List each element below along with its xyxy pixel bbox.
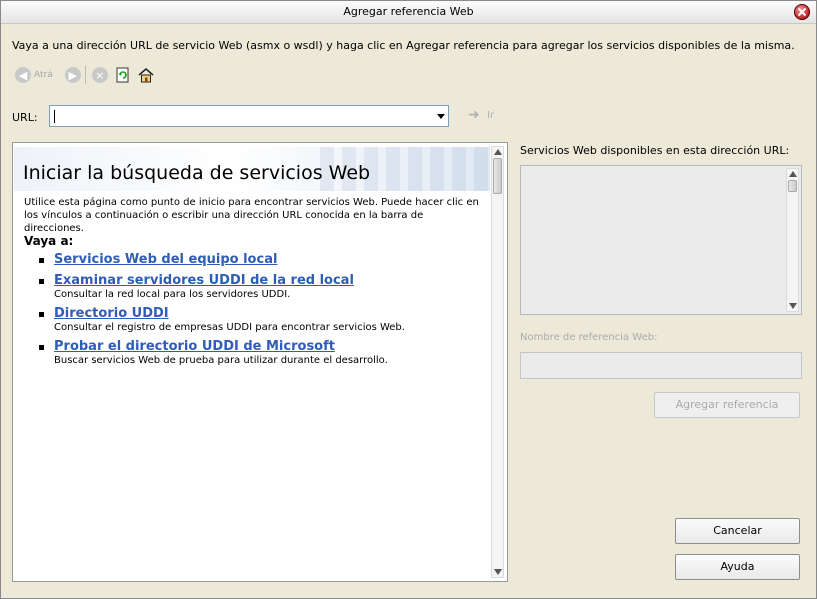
home-icon[interactable] [138, 67, 154, 83]
stop-icon[interactable]: × [91, 67, 108, 83]
forward-arrow-icon[interactable]: ▶ [64, 67, 81, 83]
list-item: Examinar servidores UDDI de la red local… [39, 273, 479, 300]
bullet-icon [39, 279, 44, 284]
bullet-icon [39, 312, 44, 317]
title-bar: Agregar referencia Web [1, 1, 816, 24]
go-arrow-icon: ➜ [468, 107, 480, 123]
services-list[interactable] [520, 165, 802, 315]
link-local-web-services[interactable]: Servicios Web del equipo local [54, 252, 479, 267]
url-combobox[interactable] [49, 105, 449, 127]
add-web-reference-dialog: Agregar referencia Web Vaya a una direcc… [0, 0, 817, 599]
list-item: Directorio UDDI Consultar el registro de… [39, 306, 479, 333]
goto-heading: Vaya a: [24, 234, 74, 248]
link-description: Consultar la red local para los servidor… [54, 289, 291, 300]
refresh-icon[interactable] [115, 67, 131, 83]
instructions-text: Vaya a una dirección URL de servicio Web… [12, 39, 795, 52]
window-title: Agregar referencia Web [343, 5, 474, 18]
reference-name-label: Nombre de referencia Web: [520, 332, 658, 343]
help-button[interactable]: Ayuda [675, 554, 800, 580]
link-list: Servicios Web del equipo local Examinar … [39, 252, 479, 372]
browser-scrollbar[interactable] [491, 146, 504, 578]
cancel-button[interactable]: Cancelar [675, 518, 800, 544]
scroll-down-icon[interactable] [494, 569, 502, 575]
scroll-down-icon[interactable] [789, 303, 797, 309]
link-browse-uddi-servers[interactable]: Examinar servidores UDDI de la red local [54, 273, 479, 288]
bullet-icon [39, 258, 44, 263]
link-uddi-directory[interactable]: Directorio UDDI [54, 306, 479, 321]
back-arrow-icon[interactable]: ◀ [15, 67, 31, 83]
url-label: URL: [12, 111, 38, 124]
scroll-thumb[interactable] [493, 158, 502, 194]
text-caret [54, 110, 55, 123]
list-item: Servicios Web del equipo local [39, 252, 479, 267]
bullet-icon [39, 345, 44, 350]
intro-text: Utilice esta página como punto de inicio… [24, 197, 479, 234]
page-banner: Iniciar la búsqueda de servicios Web [14, 147, 490, 191]
services-label: Servicios Web disponibles en esta direcc… [520, 144, 790, 157]
services-scrollbar[interactable] [786, 168, 799, 312]
web-browser-pane[interactable]: Iniciar la búsqueda de servicios Web Uti… [12, 142, 508, 582]
add-reference-button[interactable]: Agregar referencia [654, 392, 800, 418]
browser-toolbar: ◀ Atrá ▶ × [15, 65, 154, 85]
page-heading: Iniciar la búsqueda de servicios Web [23, 162, 371, 184]
dropdown-arrow-icon[interactable] [437, 114, 445, 119]
close-icon[interactable] [794, 4, 810, 20]
reference-name-input[interactable] [520, 352, 802, 379]
go-label: Ir [487, 109, 495, 121]
link-description: Buscar servicios Web de prueba para util… [54, 355, 388, 366]
list-item: Probar el directorio UDDI de Microsoft B… [39, 339, 479, 366]
link-microsoft-uddi-test[interactable]: Probar el directorio UDDI de Microsoft [54, 339, 479, 354]
back-button-label[interactable]: Atrá [34, 70, 53, 80]
scroll-thumb[interactable] [788, 180, 797, 192]
scroll-up-icon[interactable] [789, 171, 797, 177]
link-description: Consultar el registro de empresas UDDI p… [54, 322, 405, 333]
toolbar-separator [84, 66, 86, 84]
scroll-up-icon[interactable] [494, 149, 502, 155]
go-button[interactable]: ➜ Ir [468, 107, 495, 123]
